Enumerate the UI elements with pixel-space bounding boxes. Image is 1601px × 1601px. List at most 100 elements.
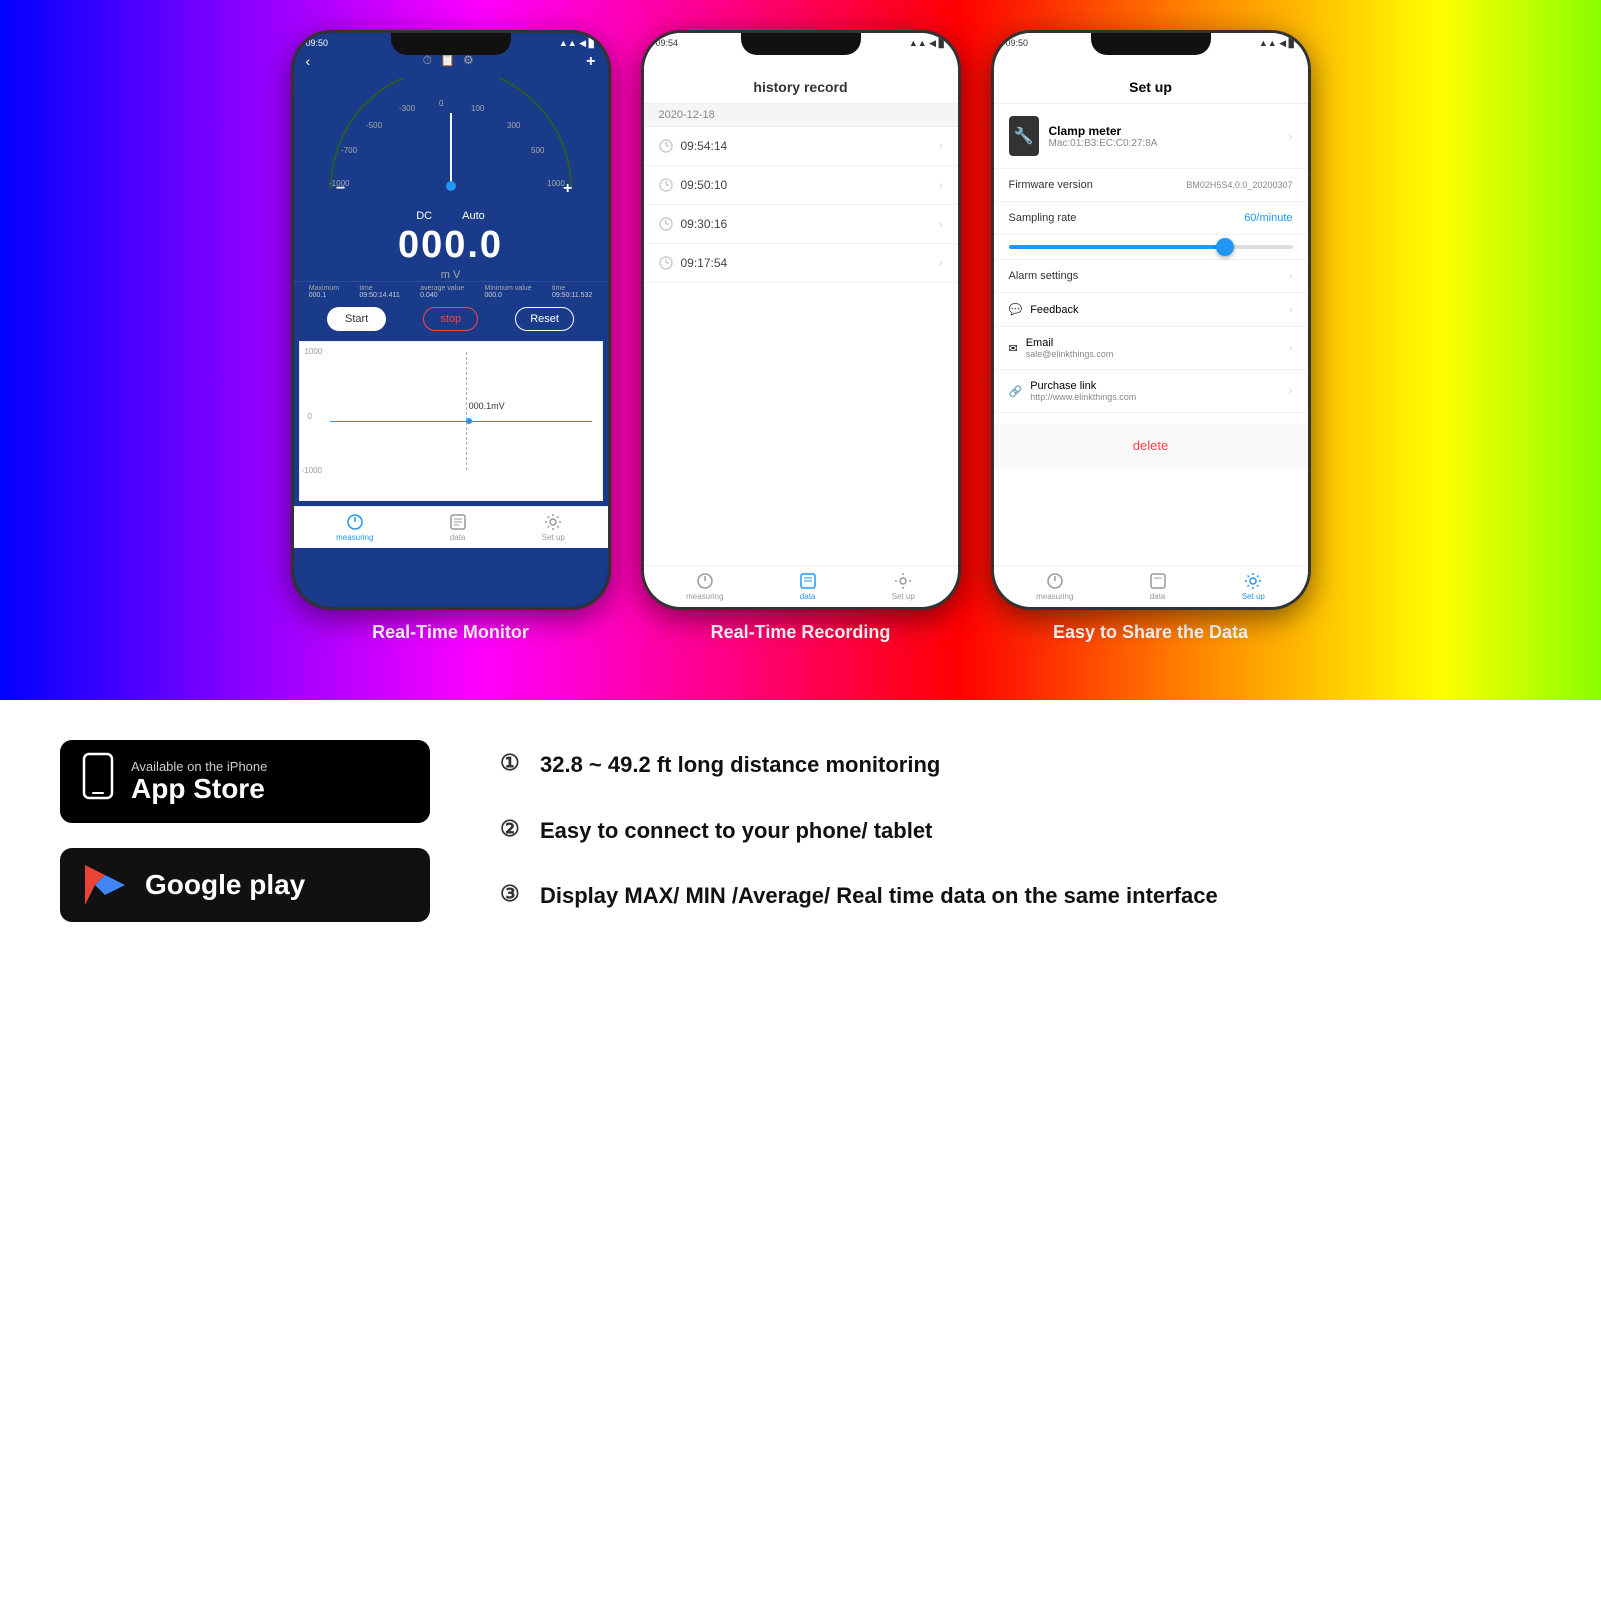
email-value: sale@elinkthings.com	[1026, 349, 1114, 359]
slider-fill	[1009, 245, 1222, 249]
setup-title: Set up	[994, 51, 1308, 104]
email-chevron: ›	[1289, 343, 1292, 354]
gauge-svg: -1000 -700 -500 -300 0 100 300 500 1000	[311, 78, 591, 198]
nav2-measuring[interactable]: measuring	[686, 572, 723, 601]
purchase-label: Purchase link	[1030, 380, 1136, 392]
feature-1-text: 32.8 ~ 49.2 ft long distance monitoring	[540, 750, 940, 781]
stat-avg: 0.040	[420, 292, 464, 299]
feature-3-number: ③	[500, 881, 530, 907]
phone2-notch	[741, 33, 861, 55]
stat-time2: 09:50:11.532	[552, 292, 592, 299]
feedback-chevron: ›	[1289, 304, 1292, 315]
google-play-badge[interactable]: Google play	[60, 848, 430, 922]
email-row[interactable]: ✉ Email sale@elinkthings.com ›	[994, 327, 1308, 370]
nav-measuring[interactable]: measuring	[336, 513, 373, 542]
feature-2-number: ②	[500, 816, 530, 842]
stat-label-time1: time	[359, 285, 399, 292]
stat-min: 000.0	[485, 292, 532, 299]
phone3-notch	[1091, 33, 1211, 55]
top-section: 09:50 ▲▲ ◀ ▊ ‹ ⏱📋⚙ +	[0, 0, 1601, 700]
nav2-setup[interactable]: Set up	[892, 572, 915, 601]
nav-data[interactable]: data	[449, 513, 467, 542]
chevron-2: ›	[939, 180, 942, 191]
feedback-row[interactable]: 💬 Feedback ›	[994, 293, 1308, 327]
device-row: 🔧 Clamp meter Mac:01:B3:EC:C0:27:8A ›	[994, 104, 1308, 169]
phone2-label: Real-Time Recording	[641, 622, 961, 643]
chart-label: 000.1mV	[469, 401, 505, 411]
phone1-screen: 09:50 ▲▲ ◀ ▊ ‹ ⏱📋⚙ +	[294, 33, 608, 607]
alarm-label: Alarm settings	[1009, 270, 1079, 282]
phone1-frame: 09:50 ▲▲ ◀ ▊ ‹ ⏱📋⚙ +	[291, 30, 611, 610]
nav2-data[interactable]: data	[799, 572, 817, 601]
purchase-chevron: ›	[1289, 386, 1292, 397]
purchase-icon: 🔗	[1009, 385, 1023, 398]
stat-label-max: Maximum	[309, 285, 339, 292]
phone1-plus[interactable]: +	[586, 53, 595, 71]
app-store-top-text: Available on the iPhone	[131, 759, 267, 774]
stat-label-time2: time	[552, 285, 592, 292]
sampling-label: Sampling rate	[1009, 212, 1077, 224]
stat-label-avg: average value	[420, 285, 464, 292]
phone1-unit: m V	[294, 269, 608, 281]
feedback-label: Feedback	[1030, 304, 1078, 316]
delete-button[interactable]: delete	[994, 423, 1308, 468]
chart-line	[330, 421, 592, 422]
phone2-screen: 09:54 ▲▲ ◀ ▊ history record 2020-12-18 0…	[644, 33, 958, 607]
sampling-row: Sampling rate 60/minute	[994, 202, 1308, 235]
slider-track	[1009, 245, 1293, 249]
phone1-notch	[391, 33, 511, 55]
phone3-label: Easy to Share the Data	[991, 622, 1311, 643]
nav3-data[interactable]: data	[1149, 572, 1167, 601]
record-3[interactable]: 09:30:16 ›	[644, 205, 958, 244]
phones-labels: Real-Time Monitor Real-Time Recording Ea…	[291, 622, 1311, 643]
feature-2-text: Easy to connect to your phone/ tablet	[540, 816, 932, 847]
start-button[interactable]: Start	[327, 307, 386, 331]
phone1-value: 000.0	[294, 224, 608, 267]
email-label: Email	[1026, 337, 1114, 349]
phone1-nav: measuring data Set up	[294, 506, 608, 548]
phone2-time: 09:54	[656, 38, 679, 49]
feature-2: ② Easy to connect to your phone/ tablet	[500, 816, 1541, 847]
slider-container[interactable]	[994, 235, 1308, 260]
bottom-section: Available on the iPhone App Store Google…	[0, 700, 1601, 962]
app-store-bottom-text: App Store	[131, 774, 267, 805]
record-2[interactable]: 09:50:10 ›	[644, 166, 958, 205]
feedback-icon: 💬	[1009, 303, 1023, 316]
svg-text:-300: -300	[399, 104, 416, 113]
feature-1-number: ①	[500, 750, 530, 776]
reset-button[interactable]: Reset	[515, 307, 574, 331]
stat-label-min: Minimum value	[485, 285, 532, 292]
phone1-gauge-area: -1000 -700 -500 -300 0 100 300 500 1000	[294, 73, 608, 208]
purchase-value: http://www.elinkthings.com	[1030, 392, 1136, 402]
feature-3-text: Display MAX/ MIN /Average/ Real time dat…	[540, 881, 1218, 912]
phone1-back[interactable]: ‹	[306, 53, 311, 71]
firmware-value: BM02H5S4.0.0_20200307	[1186, 180, 1292, 190]
chevron-3: ›	[939, 219, 942, 230]
app-store-badge[interactable]: Available on the iPhone App Store	[60, 740, 430, 823]
slider-thumb[interactable]	[1216, 238, 1234, 256]
nav3-measuring[interactable]: measuring	[1036, 572, 1073, 601]
alarm-row[interactable]: Alarm settings ›	[994, 260, 1308, 293]
phone1-time: 09:50	[306, 38, 329, 49]
device-name: Clamp meter	[1049, 124, 1290, 138]
phone1-icons: ▲▲ ◀ ▊	[559, 38, 596, 49]
phone2-frame: 09:54 ▲▲ ◀ ▊ history record 2020-12-18 0…	[641, 30, 961, 610]
email-icon: ✉	[1009, 342, 1018, 355]
record-4[interactable]: 09:17:54 ›	[644, 244, 958, 283]
feature-3: ③ Display MAX/ MIN /Average/ Real time d…	[500, 881, 1541, 912]
nav3-setup[interactable]: Set up	[1242, 572, 1265, 601]
chevron-1: ›	[939, 141, 942, 152]
sampling-value: 60/minute	[1244, 212, 1292, 224]
phone1-icons-row: ⏱📋⚙	[423, 53, 474, 71]
svg-text:-500: -500	[366, 121, 383, 130]
phone-icon	[80, 752, 116, 811]
phone3-nav: measuring data Set up	[994, 565, 1308, 607]
svg-text:0: 0	[439, 99, 444, 108]
phone3-screen: 09:50 ▲▲ ◀ ▊ Set up 🔧 Clamp meter Mac:01…	[994, 33, 1308, 607]
stop-button[interactable]: stop	[423, 307, 478, 331]
history-date: 2020-12-18	[644, 104, 958, 127]
nav-setup[interactable]: Set up	[542, 513, 565, 542]
phone1-buttons: Start stop Reset	[294, 302, 608, 336]
record-1[interactable]: 09:54:14 ›	[644, 127, 958, 166]
purchase-row[interactable]: 🔗 Purchase link http://www.elinkthings.c…	[994, 370, 1308, 413]
